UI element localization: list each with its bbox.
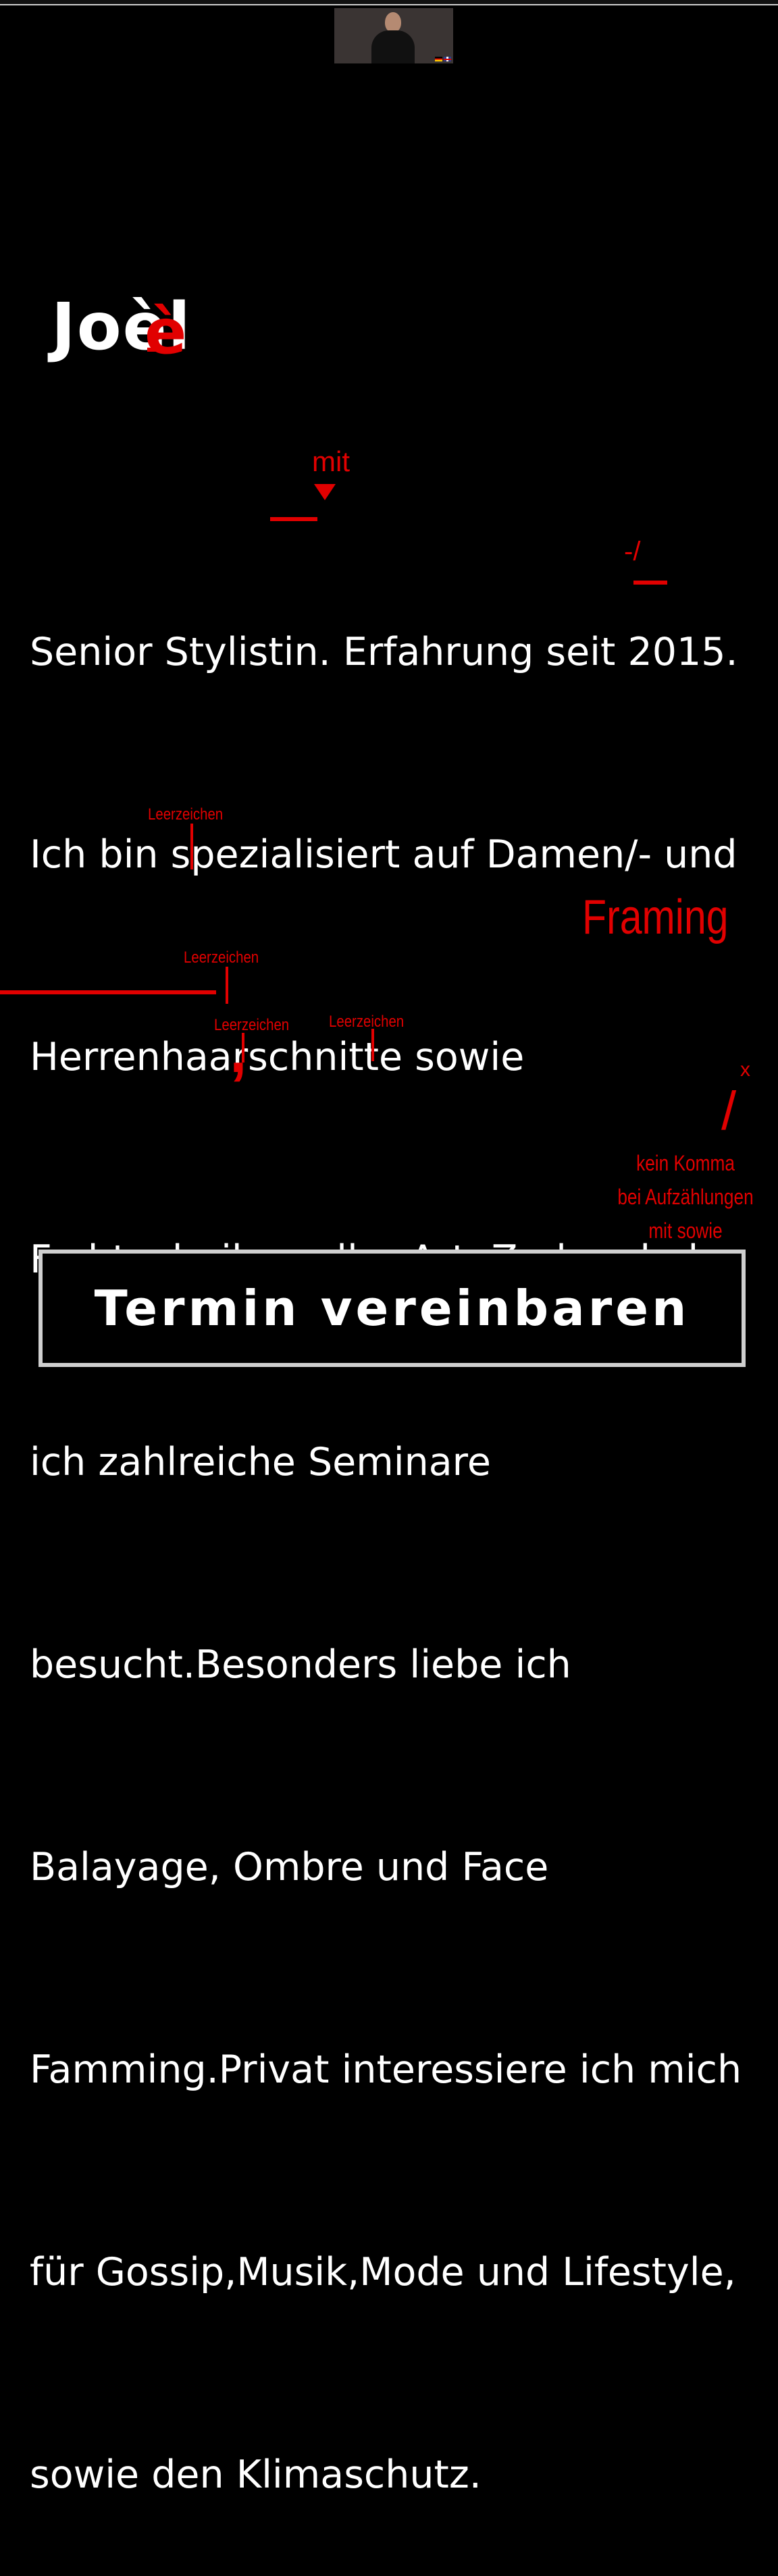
name-strike <box>147 348 181 352</box>
name-correction: è <box>145 296 187 368</box>
bio-line: für Gossip,Musik,Mode und Lifestyle, <box>30 2250 736 2295</box>
strike-stylistin <box>270 517 317 521</box>
uk-flag-icon[interactable] <box>444 57 451 61</box>
video-thumbnail[interactable] <box>334 8 453 63</box>
space-marker-2 <box>226 967 228 1004</box>
annotation-leerzeichen-2: Leerzeichen <box>184 948 259 967</box>
annotation-slash: / <box>721 1081 737 1141</box>
strike-damen-slash <box>633 581 667 585</box>
annotation-dash-slash: -/ <box>624 537 641 566</box>
annotation-kein-komma-line: mit sowie <box>648 1218 723 1243</box>
space-marker-1 <box>190 824 193 869</box>
profile-bio: Senior Stylistin. Erfahrung seit 2015. I… <box>30 483 778 2576</box>
top-divider <box>0 4 778 5</box>
annotation-leerzeichen-1: Leerzeichen <box>148 805 224 824</box>
annotation-leerzeichen-3: Leerzeichen <box>214 1016 290 1034</box>
bio-line: Balayage, Ombre und Face <box>30 1845 549 1889</box>
annotation-x: x <box>740 1058 750 1081</box>
bio-line: Senior Stylistin. Erfahrung seit 2015. <box>30 630 738 674</box>
space-marker-3 <box>242 1033 244 1063</box>
book-appointment-label: Termin vereinbaren <box>94 1280 690 1337</box>
annotation-leerzeichen-4: Leerzeichen <box>329 1013 405 1031</box>
space-marker-4 <box>371 1029 374 1061</box>
bio-line: sowie den Klimaschutz. <box>30 2452 482 2497</box>
annotation-framing: Framing <box>582 890 729 944</box>
annotation-mit: mit <box>312 446 350 477</box>
german-flag-icon[interactable] <box>435 57 442 61</box>
strike-famming <box>0 990 216 994</box>
book-appointment-button[interactable]: Termin vereinbaren <box>38 1250 746 1367</box>
annotation-kein-komma: kein Komma bei Aufzählungen mit sowie <box>601 1146 770 1247</box>
person-head <box>385 12 401 32</box>
bio-line: Ich bin spezialisiert auf Damen/- und <box>30 832 737 877</box>
bio-line: Herrenhaarschnitte sowie <box>30 1035 525 1079</box>
bio-line: besucht.Besonders liebe ich <box>30 1642 571 1687</box>
person-body <box>371 30 415 63</box>
annotation-kein-komma-line: kein Komma <box>636 1151 735 1175</box>
bio-line: Famming.Privat interessiere ich mich <box>30 2047 742 2092</box>
annotation-kein-komma-line: bei Aufzählungen <box>617 1185 754 1209</box>
insert-caret-icon <box>314 484 336 500</box>
bio-line: ich zahlreiche Seminare <box>30 1440 491 1484</box>
